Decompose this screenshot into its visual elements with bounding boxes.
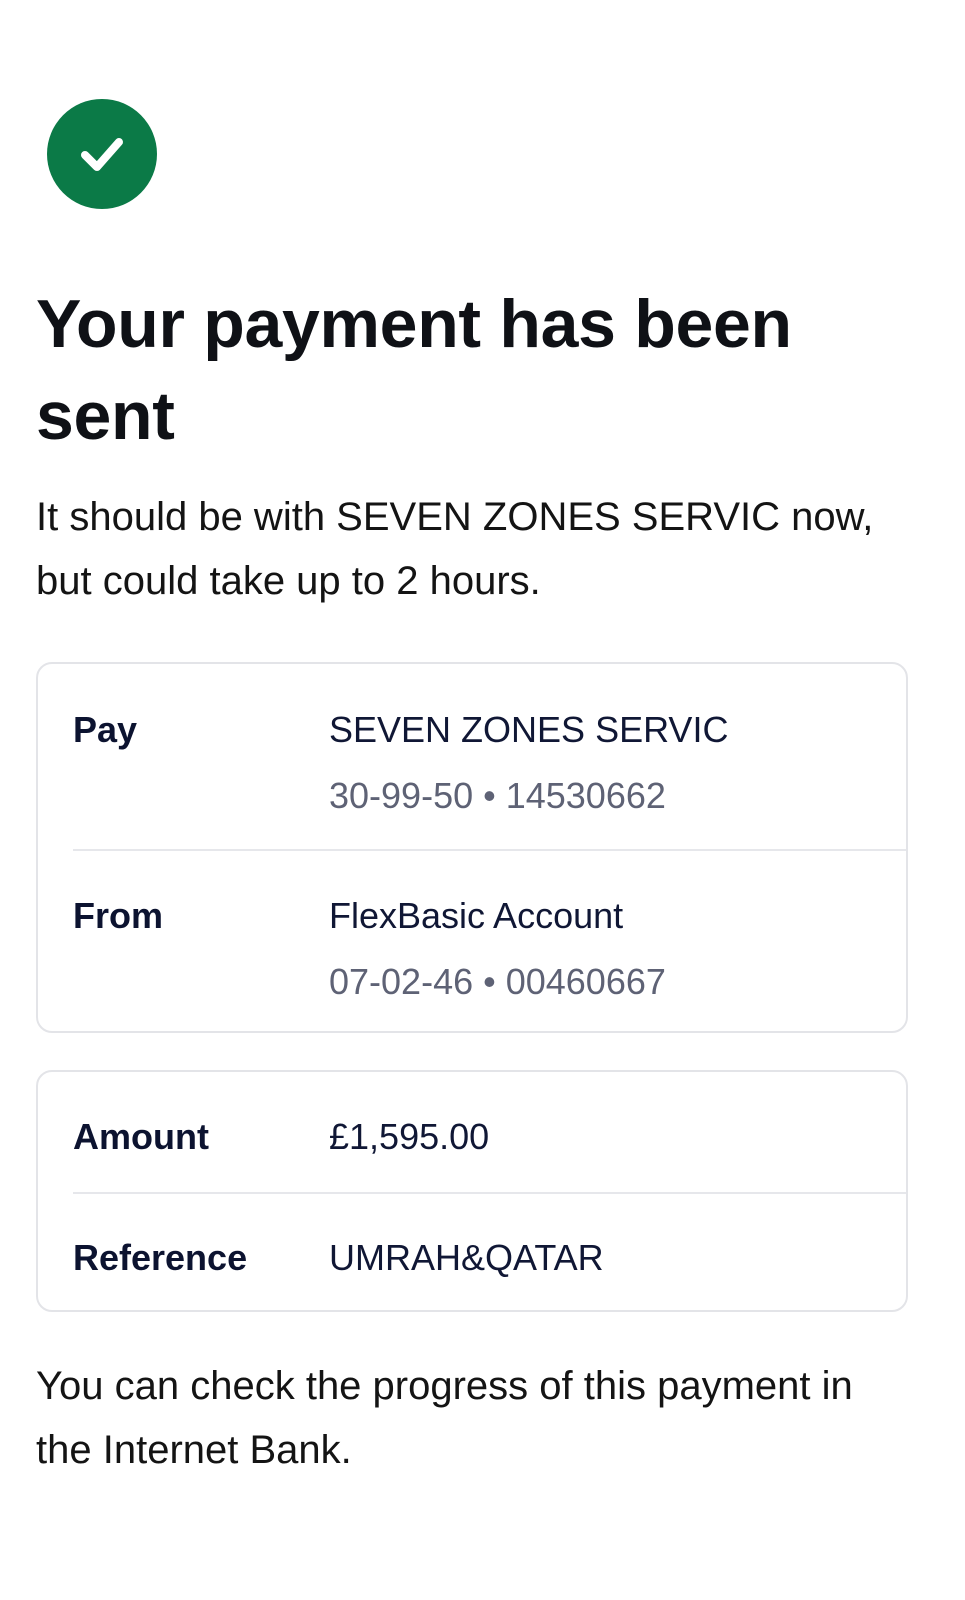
payment-confirmation-page: Your payment has been sent It should be … (0, 0, 965, 1600)
amount-reference-card: Amount £1,595.00 Reference UMRAH&QATAR (36, 1070, 908, 1312)
payee-account-details: 30-99-50 • 14530662 (329, 775, 666, 816)
amount-divider (73, 1192, 906, 1194)
reference-label: Reference (73, 1237, 248, 1278)
details-divider (73, 849, 906, 851)
source-account-details: 07-02-46 • 00460667 (329, 961, 666, 1002)
amount-label: Amount (73, 1116, 209, 1157)
payment-status-message: It should be with SEVEN ZONES SERVIC now… (36, 495, 874, 603)
internet-bank-note: You can check the progress of this payme… (36, 1364, 853, 1472)
page-title: Your payment has been sent (36, 286, 792, 454)
source-account-name: FlexBasic Account (329, 895, 624, 936)
payee-name: SEVEN ZONES SERVIC (329, 709, 729, 750)
pay-label: Pay (73, 709, 138, 750)
amount-value: £1,595.00 (329, 1116, 490, 1157)
check-circle-icon (47, 99, 157, 209)
reference-value: UMRAH&QATAR (329, 1237, 604, 1278)
from-label: From (73, 895, 163, 936)
payment-details-card: Pay SEVEN ZONES SERVIC 30-99-50 • 145306… (36, 662, 908, 1033)
